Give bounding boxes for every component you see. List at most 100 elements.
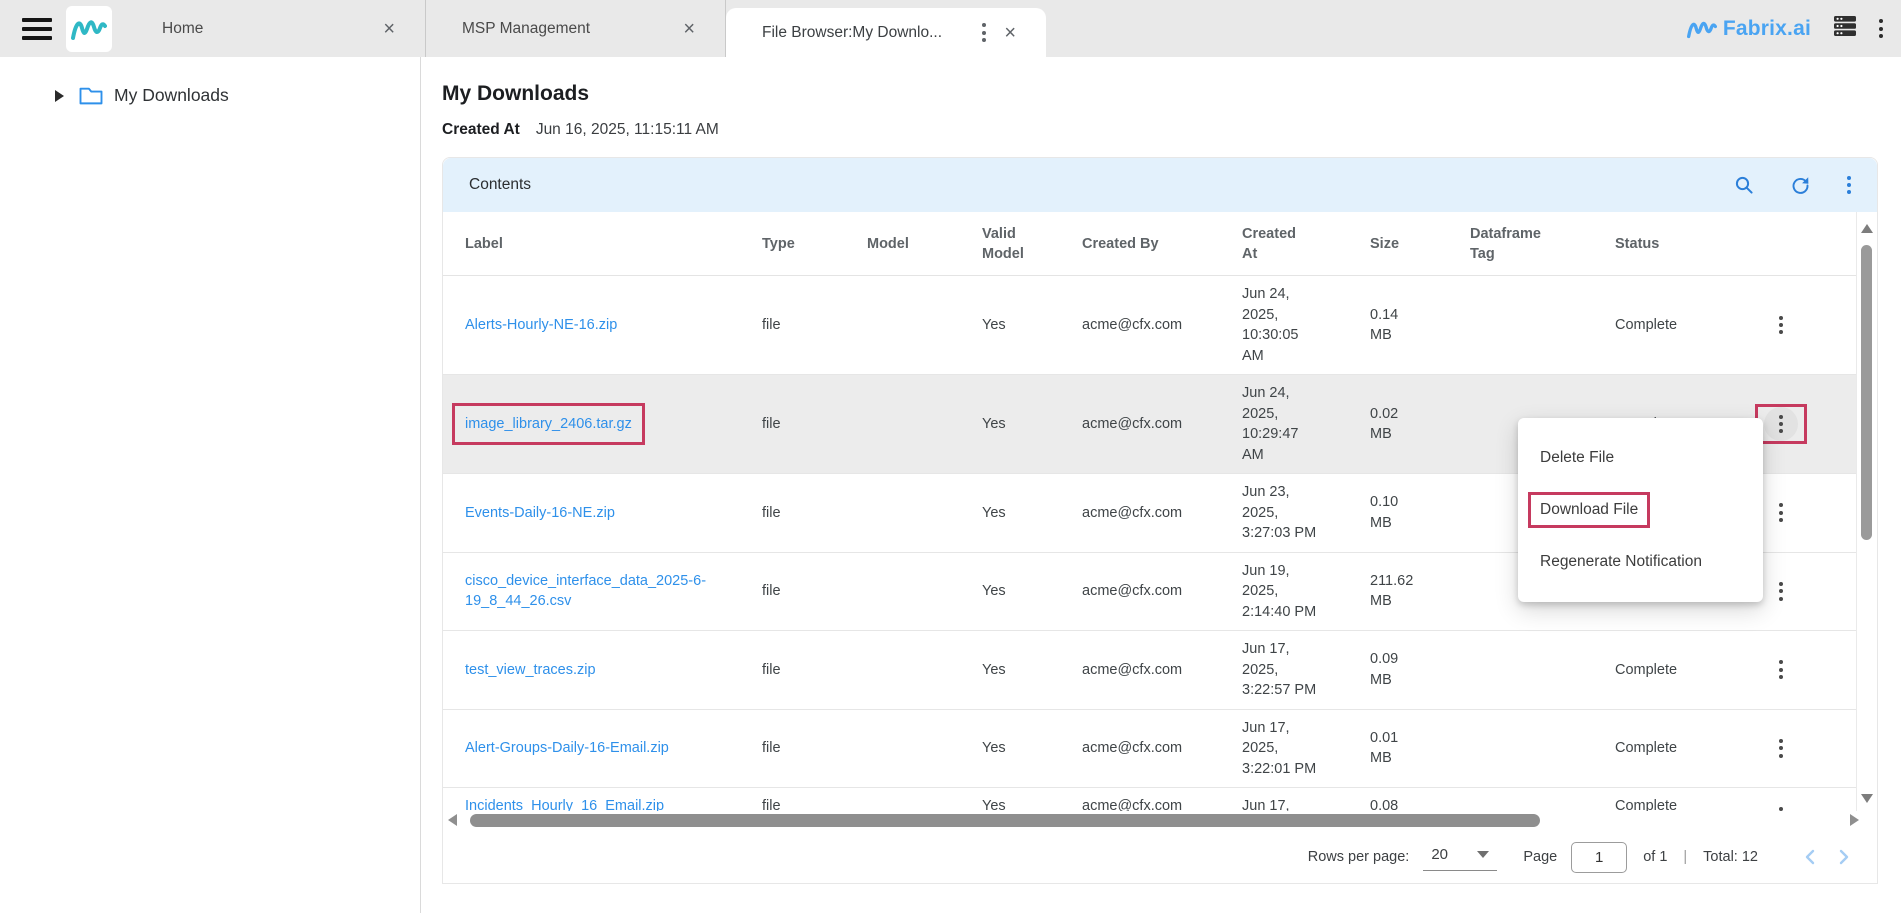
close-icon[interactable]: ×: [1000, 21, 1020, 45]
tree-expand-caret-icon[interactable]: [55, 90, 64, 102]
column-header-model: Model: [843, 234, 958, 254]
next-page-chevron-icon[interactable]: [1835, 845, 1854, 869]
context-menu-item-label: Download File: [1528, 492, 1650, 528]
cell-created-at: Jun 17, 2025, 3:22:57 PM: [1218, 631, 1346, 709]
refresh-icon[interactable]: [1790, 175, 1811, 196]
column-header-status: Status: [1591, 234, 1706, 254]
brand-squiggle-icon: [1687, 17, 1717, 41]
close-icon[interactable]: ×: [679, 17, 699, 41]
file-link[interactable]: Alert-Groups-Daily-16-Email.zip: [465, 740, 669, 756]
cell-valid-model: Yes: [958, 307, 1058, 344]
folder-icon: [78, 85, 104, 106]
cell-created-by: acme@cfx.com: [1058, 573, 1218, 610]
row-actions-kebab-icon[interactable]: [1764, 574, 1798, 608]
topbar-right: Fabrix.ai: [1687, 0, 1901, 57]
cell-valid-model: Yes: [958, 406, 1058, 443]
search-icon[interactable]: [1734, 175, 1754, 195]
vertical-scrollbar-thumb[interactable]: [1861, 245, 1872, 540]
file-link[interactable]: test_view_traces.zip: [465, 662, 596, 678]
logo-squiggle-icon: [71, 15, 107, 43]
cell-size: 0.08 MB: [1346, 788, 1446, 811]
total-label: Total: 12: [1703, 849, 1758, 865]
tree-item-label: My Downloads: [114, 85, 229, 106]
scroll-left-arrow-icon[interactable]: [448, 814, 457, 826]
cell-model: [843, 583, 958, 599]
sidebar: My Downloads: [0, 57, 421, 913]
row-actions-kebab-icon[interactable]: [1764, 496, 1798, 530]
tab-msp-management[interactable]: MSP Management ×: [426, 0, 726, 57]
hamburger-menu-icon[interactable]: [22, 13, 52, 45]
rows-per-page-label: Rows per page:: [1308, 849, 1410, 865]
rows-per-page-value: 20: [1431, 846, 1448, 863]
row-context-menu: Delete File Download File Regenerate Not…: [1518, 418, 1763, 602]
scroll-right-arrow-icon[interactable]: [1850, 814, 1859, 826]
brand-logo: Fabrix.ai: [1687, 17, 1811, 41]
context-menu-item[interactable]: Download File: [1518, 484, 1763, 536]
cell-valid-model: Yes: [958, 788, 1058, 811]
tab-home[interactable]: Home ×: [126, 0, 426, 57]
scroll-down-arrow-icon[interactable]: [1861, 794, 1873, 803]
cell-created-at: Jun 17, 2025, 3:22:01 PM: [1218, 710, 1346, 788]
cell-model: [843, 662, 958, 678]
column-header-created-by: Created By: [1058, 234, 1218, 254]
pagination-bar: Rows per page: 20 Page of 1 | Total: 12: [443, 831, 1877, 883]
cell-created-at: Jun 23, 2025, 3:27:03 PM: [1218, 474, 1346, 552]
row-actions-kebab-icon[interactable]: [1764, 731, 1798, 765]
file-link[interactable]: Incidents_Hourly_16_Email.zip: [465, 798, 664, 811]
cell-dataframe-tag: [1446, 740, 1591, 756]
column-header-valid-model: Valid Model: [958, 224, 1058, 264]
file-link[interactable]: image_library_2406.tar.gz: [452, 403, 645, 446]
close-icon[interactable]: ×: [379, 17, 399, 41]
cell-created-by: acme@cfx.com: [1058, 652, 1218, 689]
row-actions-kebab-icon[interactable]: [1764, 653, 1798, 687]
tab-options-kebab-icon[interactable]: [982, 21, 986, 43]
dropdown-arrow-icon: [1477, 851, 1489, 858]
row-actions: [1755, 728, 1807, 768]
table-row: Alerts-Hourly-NE-16.zip file Yes acme@cf…: [443, 276, 1856, 375]
previous-page-chevron-icon[interactable]: [1800, 845, 1819, 869]
scroll-up-arrow-icon[interactable]: [1861, 224, 1873, 233]
page-label: Page: [1523, 849, 1557, 865]
cell-type: file: [738, 573, 843, 610]
tab-label: File Browser:My Downlo...: [762, 24, 982, 42]
cell-valid-model: Yes: [958, 573, 1058, 610]
cell-model: [843, 788, 958, 804]
cell-model: [843, 740, 958, 756]
app-logo[interactable]: [66, 6, 112, 52]
cell-dataframe-tag: [1446, 317, 1591, 333]
server-stack-icon[interactable]: [1833, 15, 1857, 42]
created-at-value: Jun 16, 2025, 11:15:11 AM: [536, 121, 719, 139]
topbar-kebab-icon[interactable]: [1879, 17, 1883, 39]
cell-type: file: [738, 652, 843, 689]
row-actions-kebab-icon[interactable]: [1764, 308, 1798, 342]
sidebar-item-my-downloads[interactable]: My Downloads: [0, 85, 420, 106]
row-actions-kebab-icon[interactable]: [1764, 799, 1798, 811]
table-row: Incidents_Hourly_16_Email.zip file Yes a…: [443, 788, 1856, 811]
row-actions-kebab-icon[interactable]: [1764, 407, 1798, 441]
cell-valid-model: Yes: [958, 495, 1058, 532]
cell-created-by: acme@cfx.com: [1058, 307, 1218, 344]
file-link[interactable]: Alerts-Hourly-NE-16.zip: [465, 317, 617, 333]
page-input[interactable]: [1571, 842, 1627, 873]
cell-type: file: [738, 307, 843, 344]
cell-size: 0.09 MB: [1346, 641, 1446, 698]
vertical-scrollbar[interactable]: [1856, 212, 1877, 811]
tab-file-browser[interactable]: File Browser:My Downlo... ×: [726, 8, 1046, 57]
context-menu-item[interactable]: Delete File: [1518, 432, 1763, 484]
tab-bar: Home × MSP Management × File Browser:My …: [126, 0, 1046, 57]
panel-kebab-icon[interactable]: [1847, 174, 1851, 196]
file-link[interactable]: Events-Daily-16-NE.zip: [465, 505, 615, 521]
context-menu-item[interactable]: Regenerate Notification: [1518, 536, 1763, 588]
cell-created-by: acme@cfx.com: [1058, 730, 1218, 767]
rows-per-page-select[interactable]: 20: [1423, 843, 1497, 871]
top-bar: Home × MSP Management × File Browser:My …: [0, 0, 1901, 57]
file-link[interactable]: cisco_device_interface_data_2025-6-19_8_…: [465, 573, 706, 610]
cell-valid-model: Yes: [958, 730, 1058, 767]
table-header-row: Label Type Model Valid Model Created By …: [443, 212, 1856, 276]
cell-created-by: acme@cfx.com: [1058, 406, 1218, 443]
horizontal-scrollbar-thumb[interactable]: [470, 814, 1540, 827]
cell-created-at: Jun 19, 2025, 2:14:40 PM: [1218, 553, 1346, 631]
horizontal-scrollbar[interactable]: [443, 811, 1877, 831]
separator: |: [1683, 849, 1687, 865]
column-header-size: Size: [1346, 234, 1446, 254]
